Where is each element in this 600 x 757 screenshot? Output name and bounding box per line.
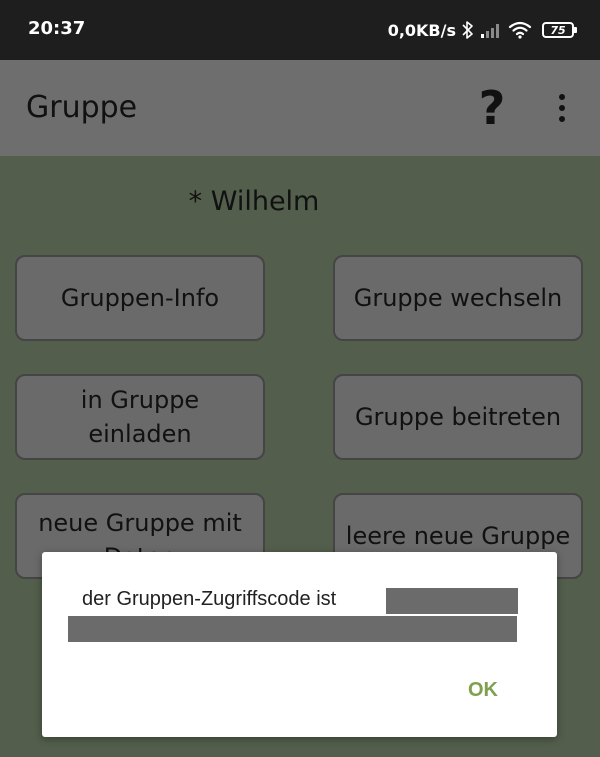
more-dot [559, 116, 565, 122]
network-speed: 0,0KB/s [387, 20, 456, 40]
invite-label-line2: einladen [88, 420, 192, 448]
redacted-code-block [386, 588, 518, 614]
invite-label: in Gruppe einladen [81, 383, 199, 451]
page-title: Gruppe [26, 90, 138, 125]
more-dot [559, 105, 565, 111]
help-button[interactable]: ? [470, 82, 514, 134]
new-group-with-data-line1: neue Gruppe mit [38, 509, 242, 537]
ok-button[interactable]: OK [454, 672, 512, 708]
group-info-label: Gruppen-Info [60, 284, 220, 312]
invite-to-group-button[interactable]: in Gruppe einladen [15, 374, 265, 460]
join-group-label: Gruppe beitreten [354, 403, 562, 431]
battery-level: 75 [550, 23, 566, 37]
group-info-button[interactable]: Gruppen-Info [15, 255, 265, 341]
status-icons: 0,0KB/s 75 [387, 16, 577, 44]
redacted-code-block [68, 616, 517, 642]
app-screen: 20:37 0,0KB/s 75 Gruppe ? * Wilhelm Grup… [0, 0, 600, 757]
switch-group-button[interactable]: Gruppe wechseln [333, 255, 583, 341]
status-bar: 20:37 0,0KB/s 75 [0, 0, 600, 60]
access-code-dialog: der Gruppen-Zugriffscode ist OK [42, 552, 557, 737]
wifi-icon [508, 21, 532, 39]
bluetooth-icon [462, 20, 474, 40]
more-options-icon[interactable] [548, 90, 576, 126]
current-user-label: * Wilhelm [188, 186, 320, 217]
signal-icon [480, 21, 502, 39]
status-time: 20:37 [28, 18, 86, 39]
switch-group-label: Gruppe wechseln [353, 284, 563, 312]
empty-new-group-label: leere neue Gruppe [345, 522, 571, 550]
app-bar: Gruppe ? [0, 60, 600, 156]
join-group-button[interactable]: Gruppe beitreten [333, 374, 583, 460]
more-dot [559, 94, 565, 100]
battery-icon: 75 [542, 22, 577, 38]
dialog-message: der Gruppen-Zugriffscode ist [82, 588, 337, 610]
invite-label-line1: in Gruppe [80, 386, 200, 414]
